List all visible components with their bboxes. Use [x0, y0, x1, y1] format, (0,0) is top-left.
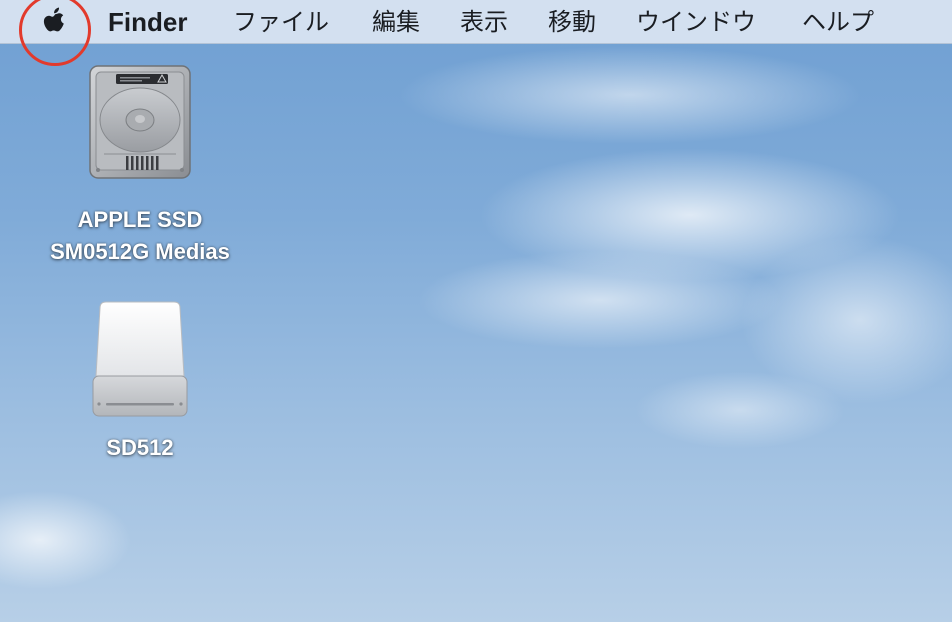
- desktop-icon-sd512[interactable]: SD512: [40, 298, 240, 464]
- menu-go[interactable]: 移動: [548, 0, 596, 44]
- menu-window[interactable]: ウインドウ: [636, 0, 756, 44]
- menu-file[interactable]: ファイル: [233, 0, 329, 44]
- menu-help[interactable]: ヘルプ: [802, 0, 874, 44]
- drive-label: SD512: [106, 435, 174, 460]
- menu-edit[interactable]: 編集: [372, 0, 420, 44]
- drive-label-line-2: SM0512G Medias: [50, 239, 230, 264]
- internal-hard-drive-icon: [89, 65, 191, 179]
- menu-app-finder[interactable]: Finder: [108, 0, 187, 44]
- menu-view[interactable]: 表示: [460, 0, 508, 44]
- drive-label-line-1: APPLE SSD: [77, 207, 203, 232]
- desktop-icon-apple-ssd[interactable]: APPLE SSD SM0512G Medias: [20, 62, 260, 268]
- apple-logo-icon: [43, 7, 64, 32]
- external-drive-icon: [92, 301, 188, 417]
- menu-bar: Finder ファイル 編集 表示 移動 ウインドウ ヘルプ: [0, 0, 952, 66]
- apple-menu-button[interactable]: [39, 5, 71, 37]
